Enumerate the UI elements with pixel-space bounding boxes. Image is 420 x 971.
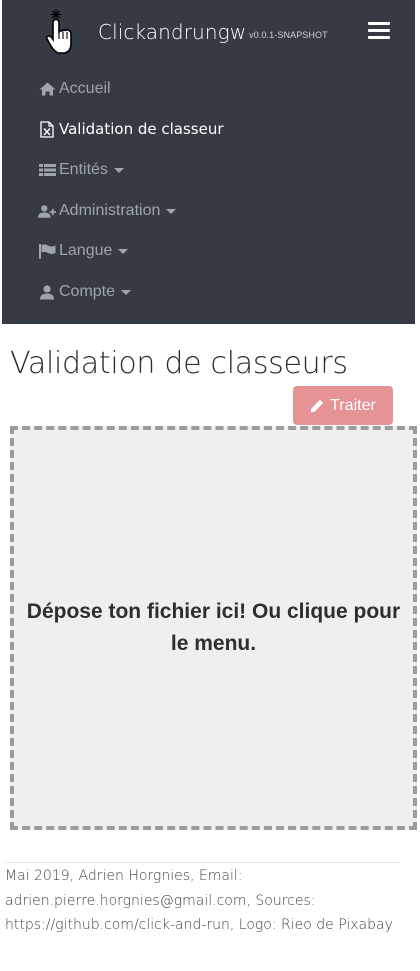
caret-down-icon <box>121 289 132 295</box>
brand-version: v0.0.1-SNAPSHOT <box>249 30 328 40</box>
nav-item-label: Accueil <box>59 80 111 97</box>
dropzone-message: Dépose ton fichier ici! Ou clique pour l… <box>26 600 401 655</box>
caret-down-icon <box>113 167 124 173</box>
nav-item-entites[interactable]: Entités <box>38 157 124 183</box>
page-title: Validation de classeurs <box>10 346 348 381</box>
home-icon <box>38 81 56 97</box>
nav-item-label: Langue <box>59 242 113 259</box>
file-dropzone[interactable]: Dépose ton fichier ici! Ou clique pour l… <box>10 426 417 830</box>
navbar: Clickandrungw v0.0.1-SNAPSHOT Accueil Val… <box>2 0 415 324</box>
nav-item-langue[interactable]: Langue <box>38 238 129 264</box>
flag-icon <box>38 243 56 259</box>
excel-file-icon <box>38 120 56 138</box>
nav-item-label: Validation de classeur <box>59 120 224 138</box>
process-button[interactable]: Traiter <box>293 386 393 425</box>
hand-pointer-logo-icon[interactable] <box>42 6 78 56</box>
nav-item-administration[interactable]: Administration <box>38 198 177 224</box>
caret-down-icon <box>118 248 129 254</box>
nav-item-validation[interactable]: Validation de classeur <box>38 116 224 142</box>
caret-down-icon <box>166 208 177 214</box>
list-icon <box>38 162 56 178</box>
user-icon <box>38 284 56 300</box>
hamburger-menu-icon[interactable] <box>368 22 390 42</box>
brand-name: Clickandrungw <box>98 20 247 44</box>
process-button-label: Traiter <box>330 396 376 414</box>
footer-text: Mai 2019, Adrien Horgnies, Email: adrien… <box>5 868 393 933</box>
nav-item-compte[interactable]: Compte <box>38 279 132 305</box>
nav-item-label: Compte <box>59 283 116 300</box>
nav-item-label: Entités <box>59 161 108 178</box>
pencil-icon <box>310 399 324 412</box>
brand[interactable]: Clickandrungw v0.0.1-SNAPSHOT <box>98 20 328 44</box>
user-plus-icon <box>38 203 56 219</box>
nav-item-accueil[interactable]: Accueil <box>38 76 111 102</box>
nav-item-label: Administration <box>59 202 161 219</box>
footer-divider <box>5 862 399 863</box>
